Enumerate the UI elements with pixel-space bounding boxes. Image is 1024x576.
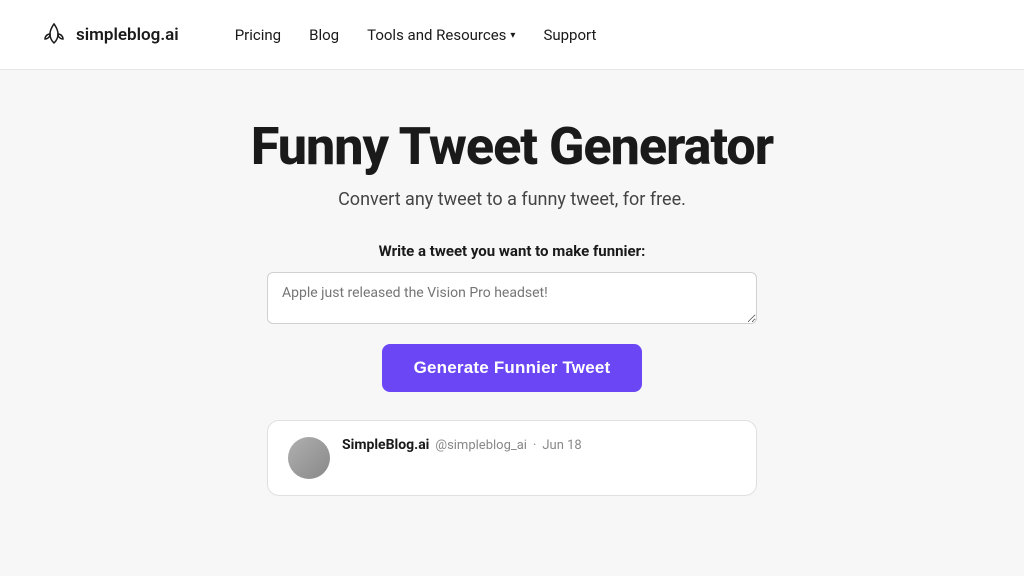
chevron-down-icon: ▾ bbox=[510, 30, 515, 41]
nav-item-blog[interactable]: Blog bbox=[309, 26, 339, 44]
navbar: simpleblog.ai Pricing Blog Tools and Res… bbox=[0, 0, 1024, 70]
tweet-date: · bbox=[533, 438, 536, 453]
nav-links: Pricing Blog Tools and Resources ▾ Suppo… bbox=[235, 25, 597, 44]
tweet-author-row: SimpleBlog.ai @simpleblog_ai · Jun 18 bbox=[342, 437, 582, 453]
tweet-input[interactable] bbox=[267, 272, 757, 324]
generate-button[interactable]: Generate Funnier Tweet bbox=[382, 344, 643, 392]
tweet-handle: @simpleblog_ai bbox=[435, 438, 527, 453]
avatar bbox=[288, 437, 330, 479]
tweet-date-value: Jun 18 bbox=[542, 438, 581, 453]
tweet-meta: SimpleBlog.ai @simpleblog_ai · Jun 18 bbox=[342, 437, 582, 453]
nav-item-pricing[interactable]: Pricing bbox=[235, 26, 281, 44]
page-title: Funny Tweet Generator bbox=[251, 118, 773, 175]
tweet-form: Write a tweet you want to make funnier: … bbox=[252, 242, 772, 392]
logo-icon bbox=[40, 21, 68, 49]
logo-text: simpleblog.ai bbox=[76, 25, 179, 45]
hero-subtitle: Convert any tweet to a funny tweet, for … bbox=[338, 189, 686, 210]
logo-link[interactable]: simpleblog.ai bbox=[40, 21, 179, 49]
form-label: Write a tweet you want to make funnier: bbox=[379, 242, 646, 260]
tweet-preview-card: SimpleBlog.ai @simpleblog_ai · Jun 18 bbox=[267, 420, 757, 496]
tweet-author-name: SimpleBlog.ai bbox=[342, 437, 429, 453]
main-content: Funny Tweet Generator Convert any tweet … bbox=[0, 70, 1024, 496]
nav-item-support[interactable]: Support bbox=[543, 26, 596, 44]
nav-item-tools-dropdown[interactable]: Tools and Resources ▾ bbox=[367, 26, 515, 44]
